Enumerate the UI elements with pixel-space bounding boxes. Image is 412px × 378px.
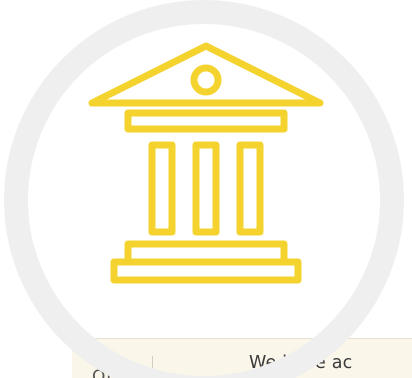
bank-building-icon — [88, 42, 324, 284]
roof-medallion — [190, 64, 222, 96]
icon-badge — [4, 0, 404, 378]
architrave-beam — [124, 109, 288, 133]
base-step-bottom — [110, 258, 302, 284]
page-canvas: OUR We have ac — [0, 0, 412, 378]
column-center — [192, 141, 220, 236]
column-left — [148, 141, 176, 236]
column-right — [236, 141, 264, 236]
